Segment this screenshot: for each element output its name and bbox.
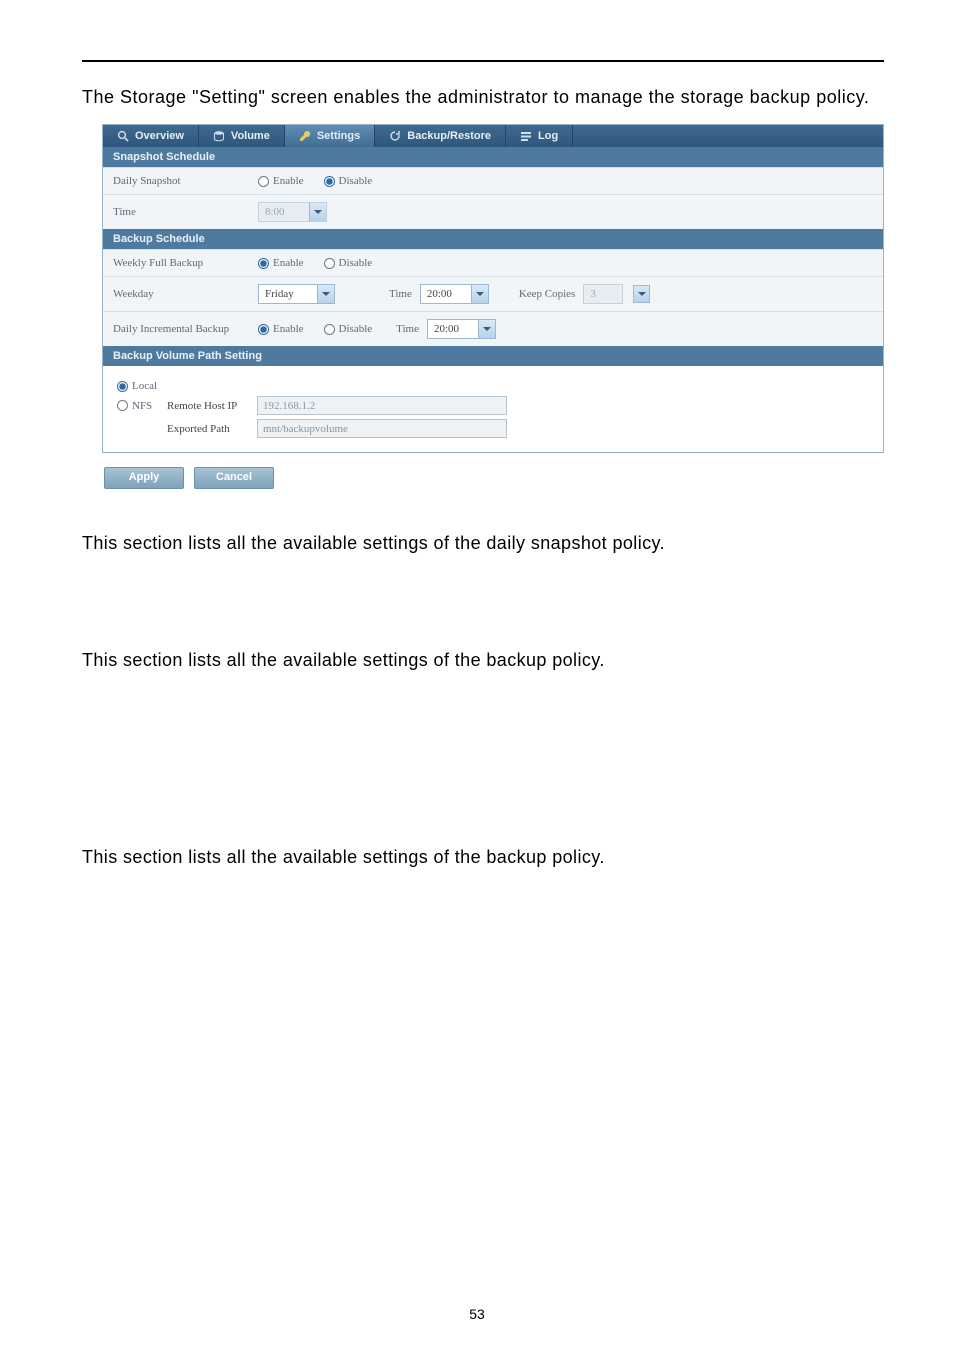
- label-weekly-full-backup: Weekly Full Backup: [113, 257, 258, 269]
- backup-volume-path-panel: Local NFS Remote Host IP Exported Path: [103, 366, 883, 452]
- label-weekly-time: Time: [389, 288, 412, 300]
- label-remote-host-ip: Remote Host IP: [167, 400, 257, 412]
- input-exported-path[interactable]: [257, 419, 507, 438]
- section-backup-volume-path: Backup Volume Path Setting: [103, 346, 883, 366]
- tab-settings[interactable]: Settings: [285, 125, 375, 147]
- chevron-down-icon: [309, 203, 326, 221]
- input-remote-host-ip[interactable]: [257, 396, 507, 415]
- tab-label: Log: [538, 130, 558, 142]
- radio-path-local[interactable]: Local: [117, 380, 157, 392]
- tab-volume[interactable]: Volume: [199, 125, 285, 147]
- radio-path-nfs[interactable]: NFS: [117, 400, 167, 412]
- tab-label: Backup/Restore: [407, 130, 491, 142]
- disk-icon: [213, 130, 225, 142]
- row-daily-snapshot: Daily Snapshot Enable Disable: [103, 167, 883, 194]
- refresh-icon: [389, 130, 401, 142]
- row-weekday: Weekday Friday Time 20:00 Keep Copies 3: [103, 276, 883, 311]
- horizontal-rule: [82, 60, 884, 62]
- row-snapshot-time: Time 8:00: [103, 194, 883, 229]
- wrench-icon: [299, 130, 311, 142]
- intro-paragraph: The Storage "Setting" screen enables the…: [82, 84, 884, 110]
- page-number: 53: [0, 1306, 954, 1322]
- select-weekday[interactable]: Friday: [258, 284, 335, 304]
- select-snapshot-time: 8:00: [258, 202, 327, 222]
- radio-daily-snapshot-disable[interactable]: Disable: [324, 175, 373, 187]
- tab-backup-restore[interactable]: Backup/Restore: [375, 125, 506, 147]
- tab-label: Overview: [135, 130, 184, 142]
- radio-weekly-disable[interactable]: Disable: [324, 257, 373, 269]
- magnifier-icon: [117, 130, 129, 142]
- cancel-button[interactable]: Cancel: [194, 467, 274, 489]
- paragraph-snapshot-policy: This section lists all the available set…: [82, 533, 884, 554]
- label-daily-snapshot: Daily Snapshot: [113, 175, 258, 187]
- label-keep-copies: Keep Copies: [519, 288, 576, 300]
- row-daily-incremental: Daily Incremental Backup Enable Disable …: [103, 311, 883, 346]
- keep-copies-dropdown[interactable]: [633, 285, 650, 303]
- list-icon: [520, 130, 532, 142]
- settings-screenshot: Overview Volume Settings Backup/Restore: [102, 124, 884, 453]
- chevron-down-icon[interactable]: [471, 285, 488, 303]
- label-di-time: Time: [396, 323, 419, 335]
- section-backup-schedule: Backup Schedule: [103, 229, 883, 249]
- radio-daily-snapshot-enable[interactable]: Enable: [258, 175, 304, 187]
- tab-overview[interactable]: Overview: [103, 125, 199, 147]
- select-di-time[interactable]: 20:00: [427, 319, 496, 339]
- field-keep-copies: 3: [583, 284, 623, 304]
- tab-log[interactable]: Log: [506, 125, 573, 147]
- paragraph-backup-policy-2: This section lists all the available set…: [82, 847, 884, 868]
- chevron-down-icon[interactable]: [317, 285, 334, 303]
- chevron-down-icon: [638, 292, 646, 296]
- label-exported-path: Exported Path: [167, 423, 257, 435]
- chevron-down-icon[interactable]: [478, 320, 495, 338]
- tab-label: Volume: [231, 130, 270, 142]
- tab-bar: Overview Volume Settings Backup/Restore: [103, 125, 883, 147]
- label-daily-incremental: Daily Incremental Backup: [113, 323, 258, 335]
- radio-weekly-enable[interactable]: Enable: [258, 257, 304, 269]
- label-snapshot-time: Time: [113, 206, 258, 218]
- paragraph-backup-policy-1: This section lists all the available set…: [82, 650, 884, 671]
- radio-di-disable[interactable]: Disable: [324, 323, 373, 335]
- apply-button[interactable]: Apply: [104, 467, 184, 489]
- radio-di-enable[interactable]: Enable: [258, 323, 304, 335]
- tab-label: Settings: [317, 130, 360, 142]
- select-weekly-time[interactable]: 20:00: [420, 284, 489, 304]
- row-weekly-full-backup: Weekly Full Backup Enable Disable: [103, 249, 883, 276]
- section-snapshot-schedule: Snapshot Schedule: [103, 147, 883, 167]
- button-row: Apply Cancel: [104, 461, 880, 489]
- label-weekday: Weekday: [113, 288, 258, 300]
